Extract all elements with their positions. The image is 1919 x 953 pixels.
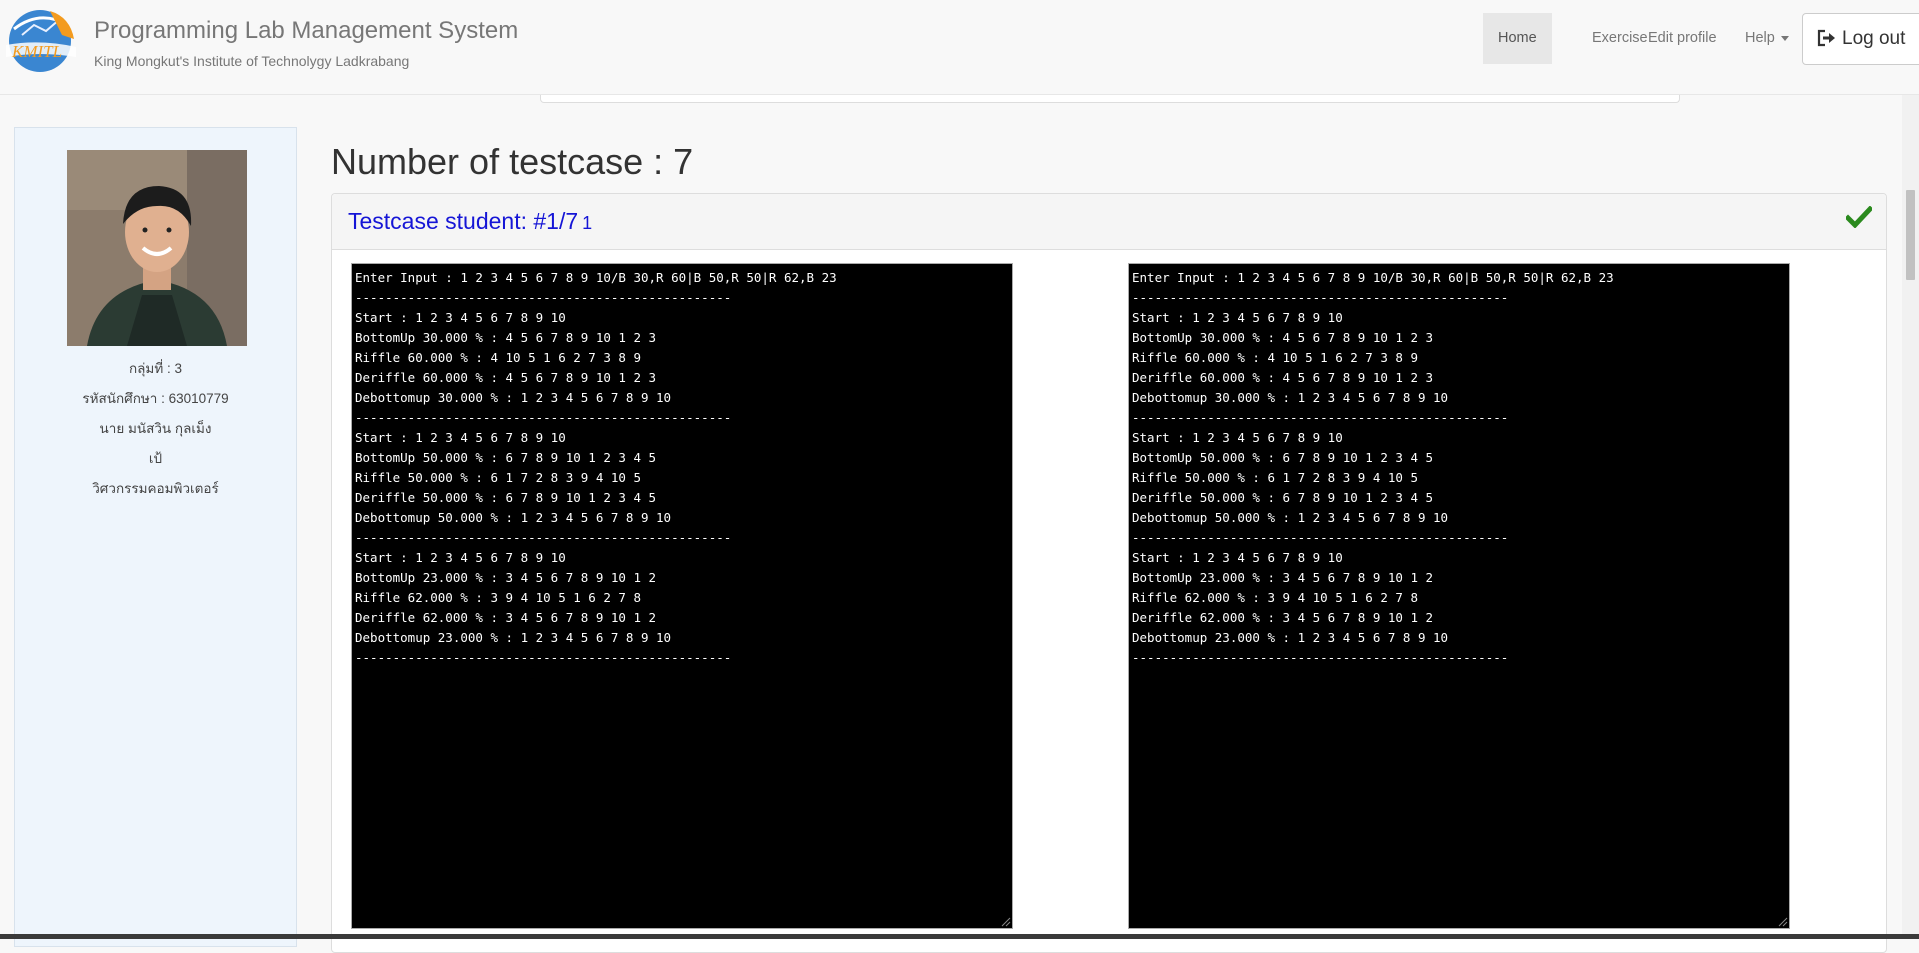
student-avatar xyxy=(67,150,247,346)
student-sidebar: กลุ่มที่ : 3 รหัสนักศึกษา : 63010779 นาย… xyxy=(14,127,297,947)
testcase-panel-heading: Testcase student: #1/7 1 xyxy=(332,194,1886,250)
testcase-number: 1 xyxy=(582,213,593,233)
resize-grip-icon[interactable] xyxy=(1778,917,1788,927)
logout-icon xyxy=(1817,29,1835,47)
nav-help-dropdown[interactable]: Help xyxy=(1730,13,1804,64)
app-title[interactable]: Programming Lab Management System xyxy=(94,17,518,45)
window-bottom-edge xyxy=(0,934,1919,939)
nav-edit-profile-label: Edit profile xyxy=(1648,30,1717,46)
logout-button[interactable]: Log out xyxy=(1802,13,1919,65)
student-nickname: เป้ xyxy=(148,451,163,466)
scrollbar-thumb[interactable] xyxy=(1906,190,1915,280)
student-department: วิศวกรรมคอมพิวเตอร์ xyxy=(92,481,219,496)
top-navbar: KMITL Programming Lab Management System … xyxy=(0,0,1919,95)
testcase-title[interactable]: Testcase student: #1/7 1 xyxy=(348,208,592,235)
page-scrollbar[interactable] xyxy=(1902,94,1919,939)
kmitl-logo-icon[interactable]: KMITL xyxy=(4,5,78,73)
check-icon xyxy=(1844,205,1874,233)
app-subtitle: King Mongkut's Institute of Technolygy L… xyxy=(94,53,410,69)
resize-grip-icon[interactable] xyxy=(1001,917,1011,927)
logout-label: Log out xyxy=(1842,28,1906,49)
testcase-title-label: Testcase student: #1/7 xyxy=(348,208,579,234)
student-output-textarea[interactable]: Enter Input : 1 2 3 4 5 6 7 8 9 10/B 30,… xyxy=(351,263,1013,929)
student-group: กลุ่มที่ : 3 xyxy=(128,361,182,376)
nav-edit-profile[interactable]: Edit profile xyxy=(1633,13,1732,64)
logo-text: KMITL xyxy=(11,42,62,61)
student-name: นาย มนัสวิน กุลเม็ง xyxy=(99,421,212,436)
nav-help-label: Help xyxy=(1745,30,1775,46)
testcase-count-heading: Number of testcase : 7 xyxy=(331,141,694,182)
expected-output-textarea[interactable]: Enter Input : 1 2 3 4 5 6 7 8 9 10/B 30,… xyxy=(1128,263,1790,929)
student-id: รหัสนักศึกษา : 63010779 xyxy=(82,391,229,406)
nav-home[interactable]: Home xyxy=(1483,13,1552,64)
caret-down-icon xyxy=(1780,35,1789,41)
